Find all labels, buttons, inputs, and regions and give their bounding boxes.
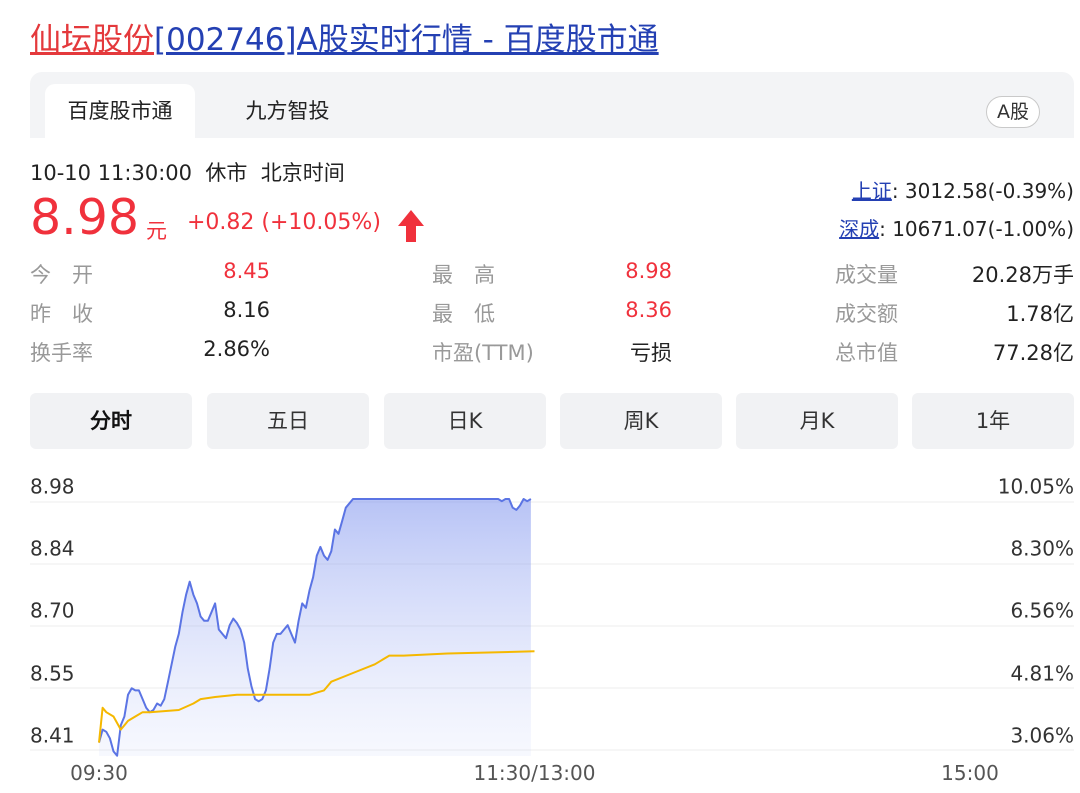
period-tab-five-day[interactable]: 五日 <box>207 393 369 449</box>
time-zone: 北京时间 <box>260 161 345 185</box>
stat-amount-value: 1.78亿 <box>1006 302 1074 326</box>
page-title-link[interactable]: [002746]A股实时行情 - 百度股市通 <box>154 22 659 58</box>
stat-open-label: 今 开 <box>30 263 93 287</box>
index-shenzhen-value: : 10671.07(-1.00%) <box>879 217 1074 241</box>
y-tick-label-pct: 4.81% <box>1010 662 1074 686</box>
stat-pe-label: 市盈(TTM) <box>432 341 534 365</box>
intraday-chart[interactable]: 8.98 8.84 8.70 8.55 8.41 10.05% 8.30% 6.56% 4.81… <box>0 460 1080 793</box>
stat-open-value: 8.45 <box>223 259 270 283</box>
y-tick-label: 8.98 <box>30 475 75 499</box>
x-tick-label: 09:30 <box>70 761 128 785</box>
y-tick-label: 8.84 <box>30 537 75 561</box>
stat-high-value: 8.98 <box>625 259 672 283</box>
period-tab-weekly-k[interactable]: 周K <box>560 393 722 449</box>
price-area <box>99 499 531 756</box>
current-price: 8.98 <box>30 189 140 246</box>
stat-prev-close-label: 昨 收 <box>30 302 93 326</box>
index-shenzhen-label[interactable]: 深成 <box>839 217 879 241</box>
period-tab-monthly-k[interactable]: 月K <box>736 393 898 449</box>
price-unit: 元 <box>146 219 167 243</box>
stat-low-value: 8.36 <box>625 298 672 322</box>
market-badge[interactable]: A股 <box>986 96 1040 128</box>
tab-baidu-stock[interactable]: 百度股市通 <box>45 84 195 138</box>
stock-name-link[interactable]: 仙坛股份 <box>30 22 154 58</box>
stat-high-label: 最 高 <box>432 263 495 287</box>
stat-market-cap-value: 77.28亿 <box>992 341 1074 365</box>
y-tick-label-pct: 3.06% <box>1010 724 1074 748</box>
period-tab-one-year[interactable]: 1年 <box>912 393 1074 449</box>
quote-timestamp: 10-10 11:30:00 <box>30 161 193 185</box>
up-arrow-icon <box>398 210 424 242</box>
source-tab-bar: 百度股市通 九方智投 A股 <box>30 72 1074 138</box>
period-tab-daily-k[interactable]: 日K <box>384 393 546 449</box>
quote-time: 10-10 11:30:00 休市 北京时间 <box>30 157 345 187</box>
stat-amount-label: 成交额 <box>835 302 898 326</box>
stat-pe-value: 亏损 <box>630 341 672 365</box>
index-shanghai-value: : 3012.58(-0.39%) <box>891 179 1074 203</box>
market-status: 休市 <box>205 161 248 185</box>
price-change: +0.82 (+10.05%) <box>187 210 381 235</box>
y-tick-label: 8.41 <box>30 724 75 748</box>
stat-turnover-label: 换手率 <box>30 341 93 365</box>
stat-low-label: 最 低 <box>432 302 495 326</box>
stat-market-cap-label: 总市值 <box>835 341 898 365</box>
y-tick-label: 8.70 <box>30 599 75 623</box>
x-tick-label: 11:30/13:00 <box>473 761 595 785</box>
stat-volume-value: 20.28万手 <box>971 263 1074 287</box>
stat-volume-label: 成交量 <box>835 263 898 287</box>
y-tick-label-pct: 8.30% <box>1010 537 1074 561</box>
stat-turnover-value: 2.86% <box>203 337 270 361</box>
y-tick-label-pct: 10.05% <box>998 475 1074 499</box>
period-tab-intraday[interactable]: 分时 <box>30 393 192 449</box>
index-shenzhen[interactable]: 深成: 10671.07(-1.00%) <box>839 213 1074 242</box>
y-tick-label: 8.55 <box>30 662 75 686</box>
y-tick-label-pct: 6.56% <box>1010 599 1074 623</box>
x-tick-label: 15:00 <box>941 761 999 785</box>
index-shanghai[interactable]: 上证: 3012.58(-0.39%) <box>852 175 1074 204</box>
page-title[interactable]: 仙坛股份[002746]A股实时行情 - 百度股市通 <box>30 18 659 62</box>
index-shanghai-label[interactable]: 上证 <box>852 179 892 203</box>
tab-jiufang[interactable]: 九方智投 <box>220 84 355 138</box>
stat-prev-close-value: 8.16 <box>223 298 270 322</box>
